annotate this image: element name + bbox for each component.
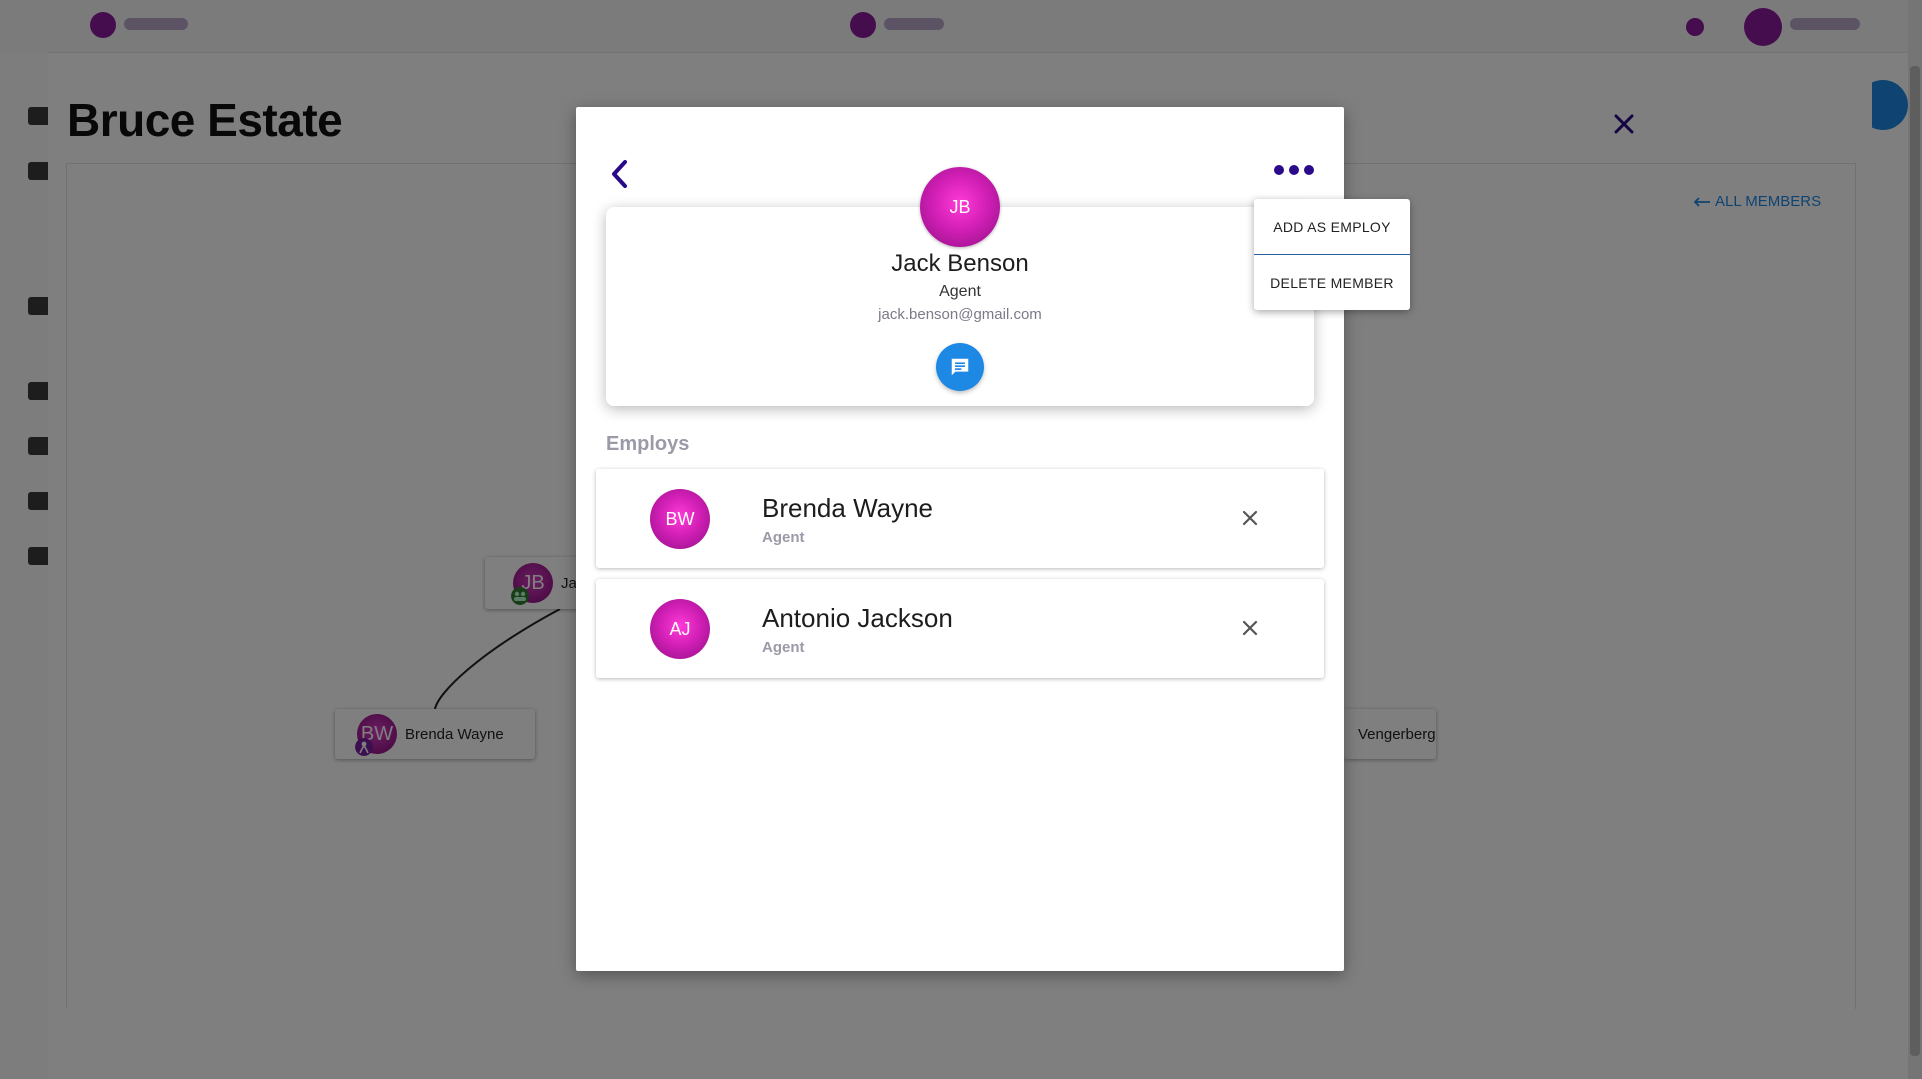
more-horizontal-icon[interactable] [1272, 158, 1316, 182]
close-icon[interactable] [1238, 616, 1262, 640]
employ-avatar: AJ [650, 599, 710, 659]
employ-avatar: BW [650, 489, 710, 549]
employ-role: Agent [762, 639, 805, 656]
employ-role: Agent [762, 529, 805, 546]
delete-member-menu-item[interactable]: DELETE MEMBER [1254, 255, 1410, 310]
profile-avatar-initials: JB [949, 196, 971, 217]
profile-avatar: JB [920, 167, 1000, 247]
list-item[interactable]: AJ Antonio Jackson Agent [596, 579, 1324, 678]
close-icon[interactable] [1238, 506, 1262, 530]
add-as-employ-menu-item[interactable]: ADD AS EMPLOY [1254, 199, 1410, 254]
employ-name: Brenda Wayne [762, 493, 934, 523]
employ-name: Antonio Jackson [762, 603, 953, 633]
chevron-left-icon[interactable] [606, 154, 634, 194]
member-name: Jack Benson [891, 250, 1029, 277]
member-role: Agent [939, 283, 981, 300]
member-actions-menu: ADD AS EMPLOY DELETE MEMBER [1254, 199, 1410, 310]
member-detail-modal: JB Jack Benson Agent jack.benson@gmail.c… [576, 107, 1344, 971]
chat-button[interactable] [936, 343, 984, 391]
chat-icon [951, 358, 969, 376]
list-item[interactable]: BW Brenda Wayne Agent [596, 469, 1324, 568]
employ-avatar-initials: BW [665, 508, 695, 529]
employs-section-title: Employs [606, 433, 690, 455]
member-email: jack.benson@gmail.com [878, 306, 1042, 323]
employ-avatar-initials: AJ [669, 618, 691, 639]
